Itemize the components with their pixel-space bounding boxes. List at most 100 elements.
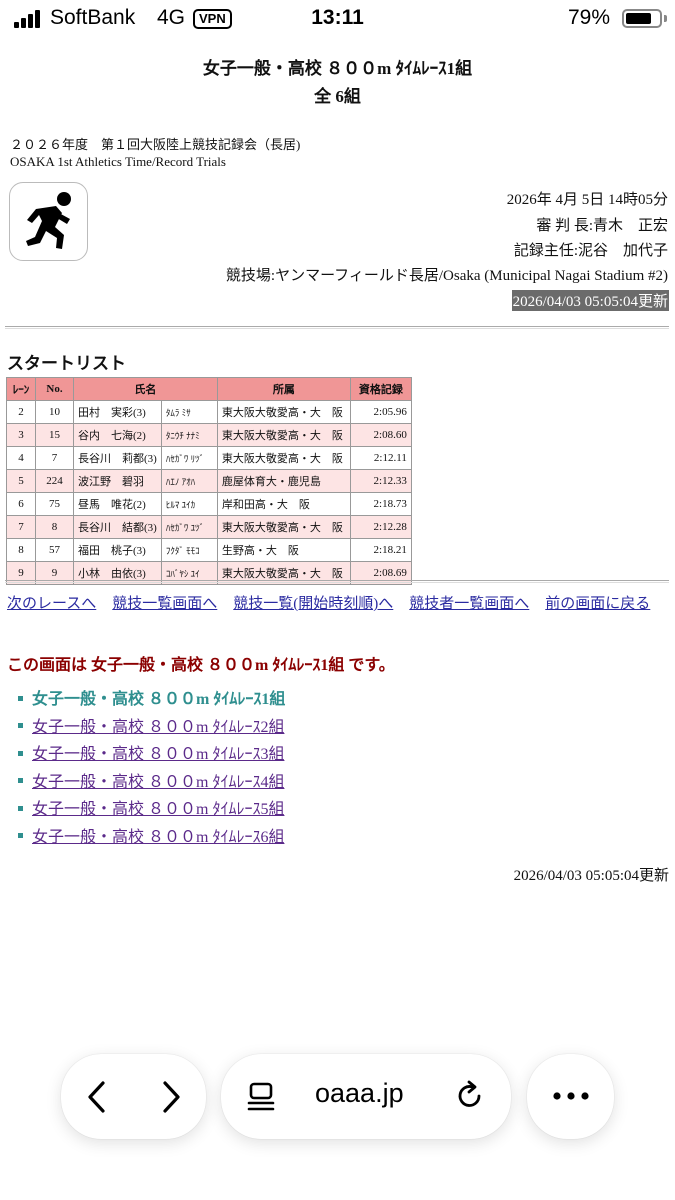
meet-name-en: OSAKA 1st Athletics Time/Record Trials	[10, 154, 226, 169]
table-row: 3 15 谷内 七海(2) ﾀﾆｳﾁ ﾅﾅﾐ 東大阪大敬愛高・大 阪 2:08.60	[6, 423, 412, 447]
number-cell: 224	[35, 469, 74, 493]
lane-cell: 6	[6, 492, 36, 516]
nav-buttons	[61, 1054, 206, 1139]
number-cell: 7	[35, 446, 74, 470]
more-icon[interactable]	[552, 1091, 590, 1101]
more-button[interactable]	[527, 1054, 614, 1139]
page-subtitle: 全 6組	[314, 87, 361, 106]
list-item: 女子一般・高校 ８００m ﾀｲﾑﾚｰｽ4組	[18, 771, 285, 799]
heat-list: 女子一般・高校 ８００m ﾀｲﾑﾚｰｽ1組 女子一般・高校 ８００m ﾀｲﾑﾚｰ…	[18, 688, 285, 853]
divider	[5, 326, 669, 329]
url-text: oaaa.jp	[315, 1078, 404, 1108]
bullet-icon	[18, 750, 23, 756]
back-link[interactable]: 前の画面に戻る	[545, 596, 650, 612]
bullet-icon	[18, 805, 23, 811]
record-cell: 2:18.21	[349, 538, 412, 562]
team-cell: 岸和田高・大 阪	[216, 492, 351, 516]
table-row: 5 224 波江野 碧羽 ﾊｴﾉ ｱｵﾊ 鹿屋体育大・鹿児島 2:12.33	[6, 469, 412, 493]
number-cell: 10	[35, 400, 74, 424]
lane-cell: 8	[6, 538, 36, 562]
back-icon[interactable]	[85, 1080, 109, 1114]
header-no: No.	[35, 377, 74, 401]
event-list-link[interactable]: 競技一覧画面へ	[112, 596, 217, 612]
list-item: 女子一般・高校 ８００m ﾀｲﾑﾚｰｽ6組	[18, 826, 285, 854]
referee: 審 判 長:青木 正宏	[536, 218, 668, 234]
kana-cell: ﾀﾑﾗ ﾐｻ	[160, 400, 218, 424]
current-heat: 女子一般・高校 ８００m ﾀｲﾑﾚｰｽ1組	[32, 691, 286, 708]
table-row: 2 10 田村 実彩(3) ﾀﾑﾗ ﾐｻ 東大阪大敬愛高・大 阪 2:05.96	[6, 400, 412, 424]
current-page-note: この画面は 女子一般・高校 ８００m ﾀｲﾑﾚｰｽ1組 です。	[7, 657, 395, 674]
table-row: 4 7 長谷川 莉都(3) ﾊｾｶﾞﾜ ﾘﾂﾞ 東大阪大敬愛高・大 阪 2:12.11	[6, 446, 412, 470]
header-record: 資格記録	[349, 377, 412, 401]
battery-tip	[664, 15, 667, 22]
record-cell: 2:08.60	[349, 423, 412, 447]
kana-cell: ﾊｴﾉ ｱｵﾊ	[160, 469, 218, 493]
runner-logo-icon	[9, 182, 88, 261]
battery-percent: 79%	[568, 6, 611, 29]
heat-link-5[interactable]: 女子一般・高校 ８００m ﾀｲﾑﾚｰｽ5組	[32, 801, 284, 818]
page-title: 女子一般・高校 ８００m ﾀｲﾑﾚｰｽ1組	[202, 59, 473, 78]
footer-updated: 2026/04/03 05:05:04更新	[513, 868, 669, 884]
team-cell: 東大阪大敬愛高・大 阪	[216, 423, 351, 447]
record-cell: 2:12.33	[349, 469, 412, 493]
bullet-icon	[18, 833, 23, 839]
list-item: 女子一般・高校 ８００m ﾀｲﾑﾚｰｽ1組	[18, 688, 285, 716]
name-cell: 波江野 碧羽	[73, 469, 162, 493]
bullet-icon	[18, 695, 23, 701]
list-item: 女子一般・高校 ８００m ﾀｲﾑﾚｰｽ3組	[18, 743, 285, 771]
table-row: 8 57 福田 桃子(3) ﾌｸﾀﾞ ﾓﾓｺ 生野高・大 阪 2:18.21	[6, 538, 412, 562]
updated-timestamp: 2026/04/03 05:05:04更新	[511, 290, 669, 311]
divider	[5, 580, 669, 583]
name-cell: 長谷川 結都(3)	[73, 515, 162, 539]
record-cell: 2:05.96	[349, 400, 412, 424]
tabs-icon[interactable]	[247, 1081, 277, 1111]
lane-cell: 7	[6, 515, 36, 539]
kana-cell: ﾊｾｶﾞﾜ ﾘﾂﾞ	[160, 446, 218, 470]
forward-icon[interactable]	[159, 1080, 183, 1114]
nav-links: 次のレースへ 競技一覧画面へ 競技一覧(開始時刻順)へ 競技者一覧画面へ 前の画面に戻る	[7, 592, 667, 617]
venue: 競技場:ヤンマーフィールド長居/Osaka (Municipal Nagai S…	[225, 268, 668, 284]
number-cell: 15	[35, 423, 74, 447]
athlete-list-link[interactable]: 競技者一覧画面へ	[409, 596, 529, 612]
heat-link-3[interactable]: 女子一般・高校 ８００m ﾀｲﾑﾚｰｽ3組	[32, 746, 284, 763]
start-list-table: ﾚｰﾝ No. 氏名 所属 資格記録 2 10 田村 実彩(3) ﾀﾑﾗ ﾐｻ 東大阪大…	[6, 377, 412, 585]
number-cell: 8	[35, 515, 74, 539]
team-cell: 東大阪大敬愛高・大 阪	[216, 515, 351, 539]
number-cell: 57	[35, 538, 74, 562]
header-team: 所属	[216, 377, 351, 401]
list-item: 女子一般・高校 ８００m ﾀｲﾑﾚｰｽ5組	[18, 798, 285, 826]
next-race-link[interactable]: 次のレースへ	[7, 596, 96, 612]
heat-link-2[interactable]: 女子一般・高校 ８００m ﾀｲﾑﾚｰｽ2組	[32, 719, 284, 736]
name-cell: 昼馬 唯花(2)	[73, 492, 162, 516]
kana-cell: ﾊｾｶﾞﾜ ﾕﾂﾞ	[160, 515, 218, 539]
header-name: 氏名	[73, 377, 218, 401]
name-cell: 田村 実彩(3)	[73, 400, 162, 424]
header-lane: ﾚｰﾝ	[6, 377, 36, 401]
address-bar[interactable]: oaaa.jp	[221, 1054, 511, 1139]
kana-cell: ﾋﾙﾏ ﾕｲｶ	[160, 492, 218, 516]
status-bar: SoftBank 4G VPN 13:11 79%	[0, 0, 675, 38]
record-cell: 2:18.73	[349, 492, 412, 516]
name-cell: 長谷川 莉都(3)	[73, 446, 162, 470]
heat-link-4[interactable]: 女子一般・高校 ８００m ﾀｲﾑﾚｰｽ4組	[32, 774, 284, 791]
record-cell: 2:12.28	[349, 515, 412, 539]
name-cell: 福田 桃子(3)	[73, 538, 162, 562]
kana-cell: ﾌｸﾀﾞ ﾓﾓｺ	[160, 538, 218, 562]
table-header-row: ﾚｰﾝ No. 氏名 所属 資格記録	[6, 377, 412, 401]
heat-link-6[interactable]: 女子一般・高校 ８００m ﾀｲﾑﾚｰｽ6組	[32, 829, 284, 846]
record-cell: 2:12.11	[349, 446, 412, 470]
reload-icon[interactable]	[454, 1080, 486, 1112]
team-cell: 生野高・大 阪	[216, 538, 351, 562]
meet-name: ２０２６年度 第１回大阪陸上競技記録会（長居)	[10, 137, 301, 152]
bullet-icon	[18, 778, 23, 784]
table-row: 6 75 昼馬 唯花(2) ﾋﾙﾏ ﾕｲｶ 岸和田高・大 阪 2:18.73	[6, 492, 412, 516]
kana-cell: ﾀﾆｳﾁ ﾅﾅﾐ	[160, 423, 218, 447]
number-cell: 75	[35, 492, 74, 516]
event-list-by-time-link[interactable]: 競技一覧(開始時刻順)へ	[233, 596, 393, 612]
lane-cell: 5	[6, 469, 36, 493]
table-row: 7 8 長谷川 結都(3) ﾊｾｶﾞﾜ ﾕﾂﾞ 東大阪大敬愛高・大 阪 2:12.28	[6, 515, 412, 539]
team-cell: 鹿屋体育大・鹿児島	[216, 469, 351, 493]
team-cell: 東大阪大敬愛高・大 阪	[216, 400, 351, 424]
battery-icon	[622, 9, 662, 28]
name-cell: 谷内 七海(2)	[73, 423, 162, 447]
